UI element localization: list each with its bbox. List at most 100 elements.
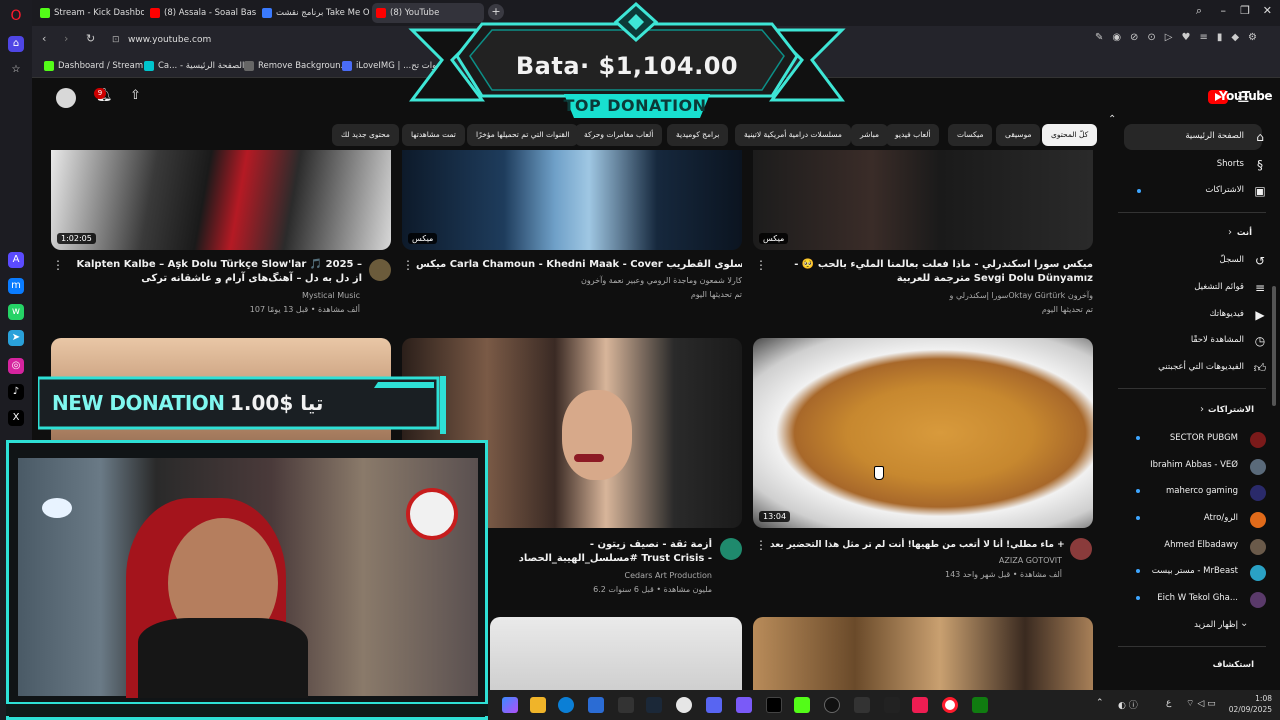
chip-music[interactable]: موسيقى (996, 124, 1041, 146)
channel-avatar[interactable] (720, 538, 742, 560)
scrollbar[interactable] (1272, 286, 1276, 406)
more-options-icon[interactable]: ⋮ (755, 258, 767, 272)
video-thumbnail[interactable] (490, 617, 742, 690)
home-icon[interactable]: ⌂ (8, 36, 24, 52)
maximize-icon[interactable]: ❐ (1240, 4, 1250, 17)
video-title[interactable]: أزمة ثقة - نصيف زيتون - #مسلسل_الهيبة_ال… (490, 538, 712, 566)
avatar[interactable] (56, 88, 76, 108)
sidebar-section-explore[interactable]: استكشاف (1213, 660, 1254, 670)
subscription-item[interactable]: Ibrahim Abbas - VEØ (1150, 460, 1238, 470)
chip-new-to-you[interactable]: محتوى جديد لك (332, 124, 399, 146)
sidebar-item-history[interactable]: السجلّ (1220, 255, 1244, 265)
tab-kick[interactable]: Stream - Kick Dashboard (36, 3, 144, 23)
chevron-down-icon[interactable]: ⌄ (1240, 618, 1248, 629)
chip-mixes[interactable]: ميكسات (948, 124, 993, 146)
more-options-icon[interactable]: ⋮ (755, 538, 767, 552)
more-options-icon[interactable]: ⋮ (402, 258, 414, 272)
channel-name[interactable]: Mystical Music (66, 290, 360, 302)
video-thumbnail[interactable]: 1:02:05 (51, 150, 391, 250)
site-info-icon[interactable]: ⊡ (112, 30, 120, 50)
tab-assala[interactable]: (8) Assala - Soaal Basit | ط (146, 3, 256, 23)
sidebar-item-your-videos[interactable]: فيديوهاتك (1210, 309, 1244, 319)
chip-live[interactable]: مباشر (851, 124, 888, 146)
toolbar-extension-icons[interactable]: ✎◉⊘⊙▷♥≡▮◆⚙ (1095, 32, 1266, 43)
steam-icon[interactable] (646, 697, 662, 713)
text-app-icon[interactable] (854, 697, 870, 713)
aria-icon[interactable]: A (8, 252, 24, 268)
tray-chevron-up-icon[interactable]: ⌃ (1096, 698, 1104, 708)
tiktok-live-icon[interactable] (912, 697, 928, 713)
chip-comedy[interactable]: برامج كوميدية (667, 124, 729, 146)
reload-icon[interactable]: ↻ (86, 32, 95, 45)
sidebar-section-subscriptions[interactable]: الاشتراكات (1208, 405, 1254, 415)
subscription-item[interactable]: مستر بيست - MrBeast (1152, 566, 1238, 576)
messenger-icon[interactable]: m (8, 278, 24, 294)
channel-avatar[interactable] (369, 259, 391, 281)
xbox-icon[interactable] (972, 697, 988, 713)
opera-icon[interactable] (942, 697, 958, 713)
discord-icon[interactable] (706, 697, 722, 713)
store-icon[interactable] (588, 697, 604, 713)
url-field[interactable]: ⊡ www.youtube.com (104, 30, 394, 50)
telegram-icon[interactable]: ➤ (8, 330, 24, 346)
sidebar-item-liked[interactable]: الفيديوهات التي أعجبتني (1158, 362, 1244, 372)
sidebar-section-you[interactable]: أنت (1237, 228, 1252, 238)
instagram-icon[interactable]: ◎ (8, 358, 24, 374)
chip-action-adventure[interactable]: ألعاب مغامرات وحركة (575, 124, 663, 146)
sidebar-item-shorts[interactable]: Shorts (1217, 159, 1244, 169)
clock-date[interactable]: 02/09/2025 (1224, 705, 1272, 714)
close-icon[interactable]: ✕ (1263, 4, 1272, 17)
video-thumbnail[interactable]: ميكس (402, 150, 742, 250)
channel-name[interactable]: كارلا شمعون وماجدة الرومي وعبير نعمة وآخ… (416, 275, 742, 287)
subscription-item[interactable]: Eich W Tekol Gha... (1157, 593, 1238, 603)
kick-icon[interactable] (794, 697, 810, 713)
video-title[interactable]: ميكس Carla Chamoun - Khedni Maak - Cover… (416, 258, 742, 272)
input-language[interactable]: ع (1166, 698, 1171, 708)
clock-time[interactable]: 1:08 (1232, 694, 1272, 703)
channel-name[interactable]: Cedars Art Production (490, 570, 713, 582)
sidebar-item-home[interactable]: الصفحة الرئيسية (1185, 131, 1244, 141)
x-icon[interactable]: X (8, 410, 24, 426)
tray-icons[interactable]: ◐ ⓘ (1118, 698, 1138, 711)
app-icon[interactable] (736, 697, 752, 713)
subscription-item[interactable]: maherco gaming (1166, 486, 1238, 496)
bookmark-item[interactable]: Remove Backgroun... (244, 58, 349, 74)
subscription-item[interactable]: SECTOR PUBGM (1170, 433, 1238, 443)
sidebar-item-playlists[interactable]: قوائم التشغيل (1194, 282, 1244, 292)
opera-logo-icon[interactable]: O (8, 8, 24, 24)
chip-telenovelas[interactable]: مسلسلات درامية أمريكية لاتينية (735, 124, 851, 146)
tab-take-me-out[interactable]: برنامج نقشت Take Me Out (258, 3, 370, 23)
chip-recently-uploaded[interactable]: القنوات التي تم تحميلها مؤخرًا (467, 124, 579, 146)
copilot-icon[interactable] (502, 697, 518, 713)
sidebar-item-watch-later[interactable]: المشاهدة لاحقًا (1191, 335, 1244, 345)
more-options-icon[interactable]: ⋮ (52, 258, 64, 272)
chevron-up-icon[interactable]: ⌃ (1108, 114, 1116, 125)
forward-icon[interactable]: › (64, 32, 68, 45)
minimize-icon[interactable]: – (1221, 4, 1227, 17)
star-icon[interactable]: ☆ (8, 62, 24, 78)
4k-app-icon[interactable] (884, 697, 900, 713)
bookmark-item[interactable]: Ca... - الصفحة الرئيسية (144, 58, 244, 74)
menu-icon[interactable]: ☰ (1237, 90, 1250, 106)
chip-all[interactable]: كلّ المحتوى (1042, 124, 1098, 146)
chrome-icon[interactable] (676, 697, 692, 713)
search-tabs-icon[interactable]: ⌕ (1196, 4, 1202, 18)
back-icon[interactable]: ‹ (42, 32, 46, 45)
channel-avatar[interactable] (1070, 538, 1092, 560)
epic-games-icon[interactable] (618, 697, 634, 713)
whatsapp-icon[interactable]: w (8, 304, 24, 320)
bookmark-item[interactable]: Dashboard / Stream... (44, 58, 151, 74)
sidebar-item-subscriptions[interactable]: الاشتراكات (1205, 185, 1244, 195)
channel-name[interactable]: AZIZA GOTOVIT (770, 555, 1062, 567)
video-title[interactable]: دهني + ماء مطلي! أنا لا أتعب من طهيها! أ… (770, 538, 1064, 552)
video-thumbnail[interactable]: 13:04 (753, 338, 1093, 528)
obs-icon[interactable] (824, 697, 840, 713)
tiktok-icon[interactable]: ♪ (8, 384, 24, 400)
video-thumbnail[interactable]: ميكس (753, 150, 1093, 250)
subscription-item[interactable]: Atro/الرو (1204, 513, 1238, 523)
upload-icon[interactable]: ⇧ (130, 88, 141, 103)
video-title[interactable]: ميكس سورا اسكندرلي - ماذا فعلت بعالمنا ا… (770, 258, 1093, 286)
network-volume-icons[interactable]: ⌔ ◁ ▭ (1186, 698, 1216, 709)
video-title[interactable]: Kalpten Kalbe – Aşk Dolu Türkçe Slow'lar… (66, 258, 363, 286)
chip-gaming[interactable]: ألعاب فيديو (886, 124, 940, 146)
